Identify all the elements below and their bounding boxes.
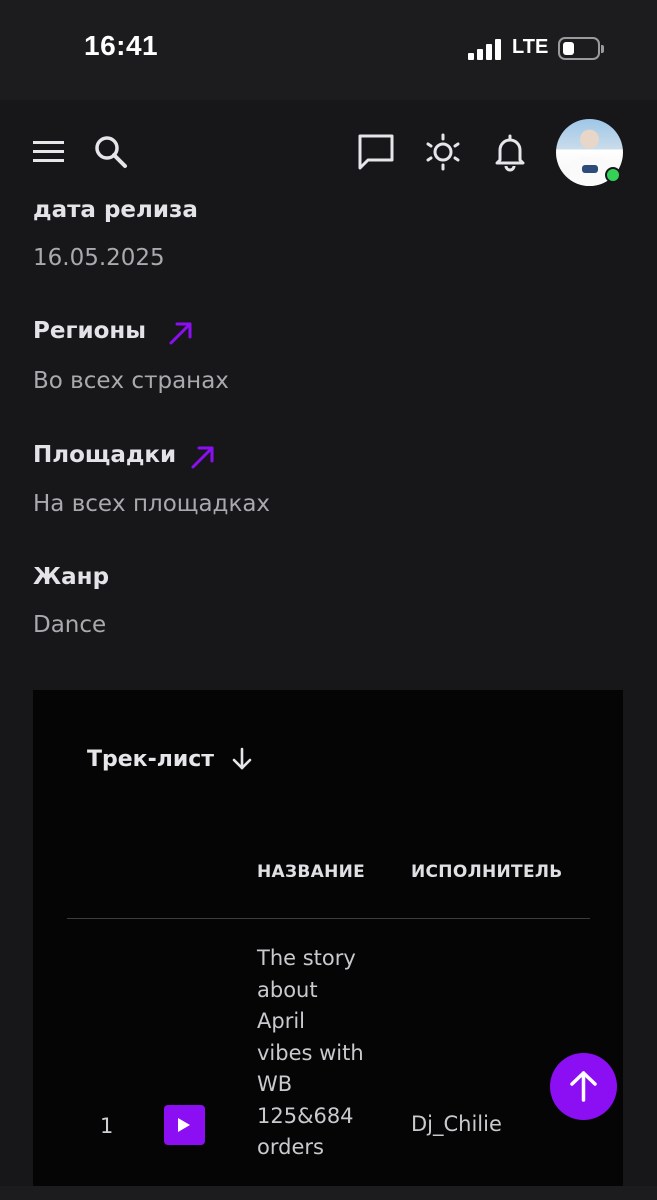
- genre-label: Жанр: [33, 564, 110, 590]
- release-date-label: дата релиза: [33, 197, 198, 223]
- arrow-down-icon[interactable]: [229, 746, 255, 772]
- status-time: 16:41: [84, 30, 159, 61]
- online-status-dot: [605, 167, 621, 183]
- brightness-icon[interactable]: [423, 132, 463, 172]
- track-number: 1: [100, 1114, 114, 1138]
- tracklist-panel: Трек-лист НАЗВАНИЕ ИСПОЛНИТЕЛЬ 1 The sto…: [33, 690, 623, 1200]
- regions-link-arrow-icon[interactable]: [168, 320, 194, 346]
- arrow-up-icon: [570, 1071, 597, 1102]
- network-type: LTE: [512, 36, 549, 58]
- status-bar: 16:41 LTE: [0, 0, 657, 100]
- column-header-artist: ИСПОЛНИТЕЛЬ: [411, 862, 563, 882]
- menu-icon[interactable]: [29, 131, 69, 171]
- bell-icon[interactable]: [490, 132, 530, 172]
- tracklist-title[interactable]: Трек-лист: [87, 747, 214, 772]
- bottom-bar: [0, 1186, 657, 1200]
- battery-icon: [558, 37, 604, 60]
- column-header-title: НАЗВАНИЕ: [257, 862, 366, 882]
- chat-icon[interactable]: [356, 132, 396, 172]
- play-icon: [178, 1118, 190, 1132]
- regions-value: Во всех странах: [33, 368, 229, 394]
- regions-label: Регионы: [33, 318, 147, 344]
- signal-icon: [468, 38, 502, 60]
- release-date-value: 16.05.2025: [33, 245, 165, 271]
- track-artist: Dj_Chilie: [411, 1112, 502, 1136]
- play-button[interactable]: [164, 1105, 205, 1145]
- search-icon[interactable]: [91, 132, 131, 172]
- table-divider: [67, 918, 590, 919]
- platforms-value: На всех площадках: [33, 491, 271, 517]
- platforms-link-arrow-icon[interactable]: [190, 444, 216, 470]
- platforms-label: Площадки: [33, 442, 177, 468]
- genre-value: Dance: [33, 612, 107, 638]
- scroll-to-top-button[interactable]: [550, 1053, 617, 1120]
- track-title: The story about April vibes with WB 125&…: [257, 946, 364, 1159]
